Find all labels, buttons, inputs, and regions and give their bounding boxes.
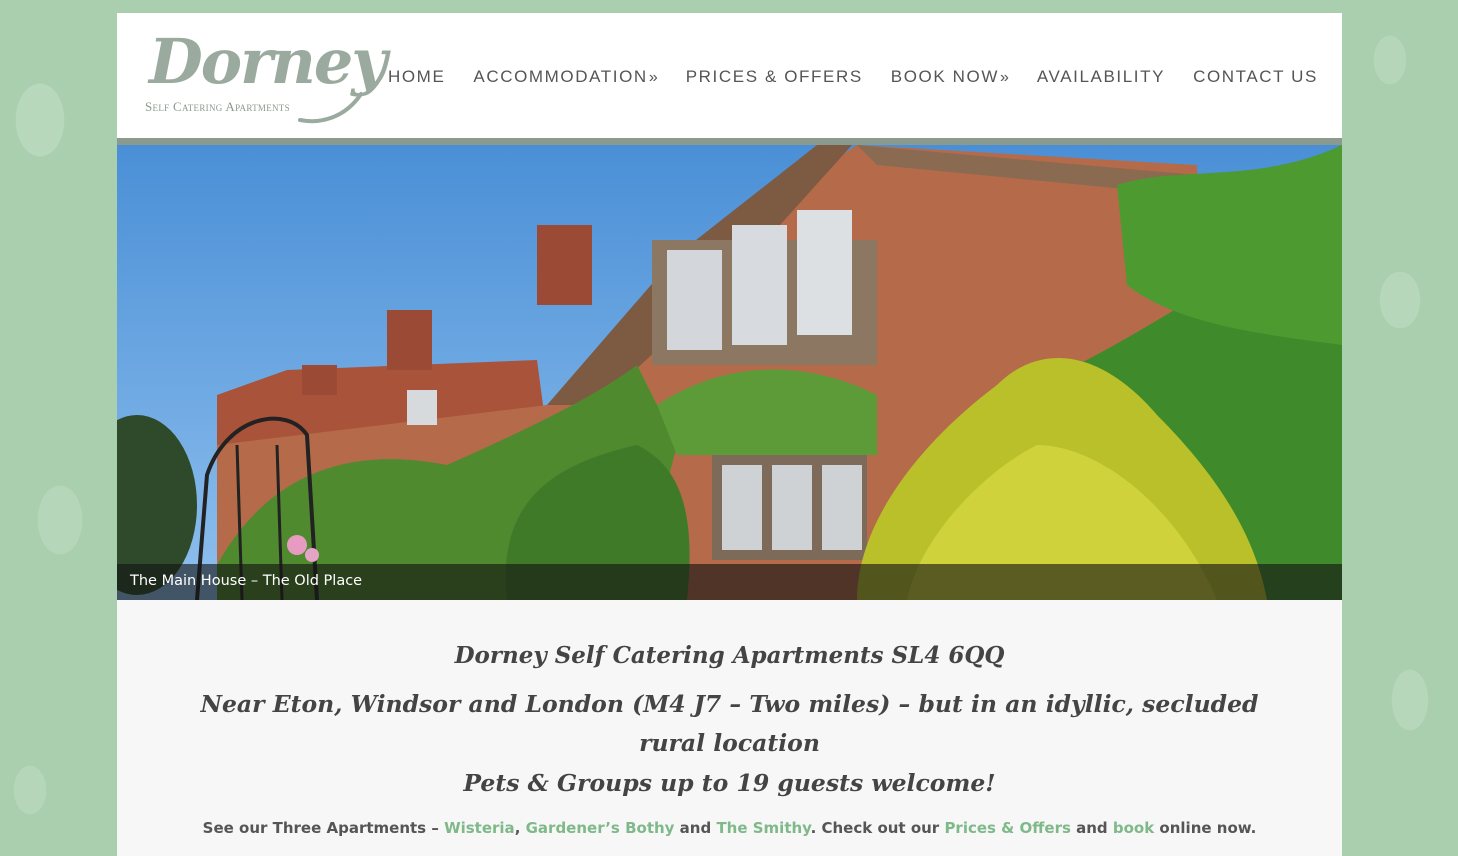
site-header: Dorney Self Catering Apartments HOME ACC… [117,13,1342,145]
intro-sep: , [514,819,526,837]
logo-swash-icon [298,92,363,124]
nav-prices-offers[interactable]: PRICES & OFFERS [686,67,863,87]
hero-slider[interactable]: The Main House – The Old Place [117,145,1342,600]
nav-home-label: HOME [387,67,446,86]
intro-paragraph: See our Three Apartments – Wisteria, Gar… [117,819,1342,837]
intro-prefix: See our Three Apartments – [202,819,445,837]
nav-book-now-label: BOOK NOW [890,67,999,86]
link-wisteria[interactable]: Wisteria [444,819,515,837]
welcome-heading: Pets & Groups up to 19 guests welcome! [463,769,996,797]
page-subtitle: Near Eton, Windsor and London (M4 J7 – T… [200,690,1259,757]
hero-caption-bar: The Main House – The Old Place [117,564,1342,600]
nav-accommodation-label: ACCOMMODATION [473,67,648,86]
intro-suffix: online now. [1154,819,1257,837]
intro-mid: . Check out our [810,819,945,837]
submenu-arrow-icon: » [648,69,658,86]
hero-caption: The Main House – The Old Place [130,573,363,589]
nav-availability[interactable]: AVAILABILITY [1037,67,1165,87]
logo-tagline: Self Catering Apartments [145,99,290,114]
nav-contact-us[interactable]: CONTACT US [1193,67,1318,87]
hero-image [117,145,1342,600]
link-the-smithy[interactable]: The Smithy [716,819,810,837]
submenu-arrow-icon: » [999,69,1009,86]
main-nav: HOME ACCOMMODATION» PRICES & OFFERS BOOK… [360,67,1318,87]
page-title: Dorney Self Catering Apartments SL4 6QQ [454,642,1005,669]
link-prices-offers[interactable]: Prices & Offers [944,819,1070,837]
link-gardeners-bothy[interactable]: Gardener’s Bothy [526,819,675,837]
link-book[interactable]: book [1113,819,1154,837]
nav-prices-offers-label: PRICES & OFFERS [685,67,863,86]
logo-word: Dorney [149,25,387,98]
page-container: Dorney Self Catering Apartments HOME ACC… [117,13,1342,856]
nav-book-now[interactable]: BOOK NOW» [891,67,1009,87]
main-content: Dorney Self Catering Apartments SL4 6QQ … [117,600,1342,837]
nav-accommodation[interactable]: ACCOMMODATION» [473,67,657,87]
nav-home[interactable]: HOME [388,67,445,87]
nav-contact-us-label: CONTACT US [1193,67,1318,86]
site-logo[interactable]: Dorney Self Catering Apartments [145,31,387,127]
intro-sep: and [1070,819,1113,837]
nav-availability-label: AVAILABILITY [1036,67,1166,86]
intro-sep: and [674,819,717,837]
